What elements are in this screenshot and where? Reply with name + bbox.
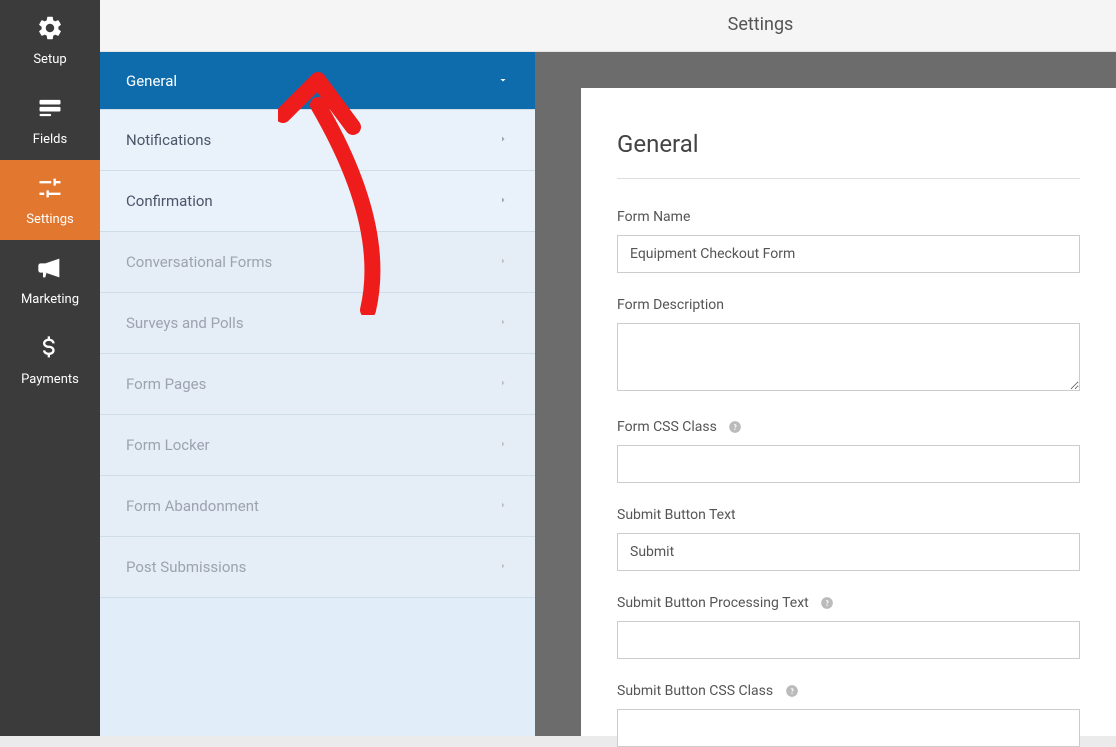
form-group-submit-css: Submit Button CSS Class bbox=[617, 683, 1080, 747]
submit-button-text-input[interactable] bbox=[617, 533, 1080, 571]
submit-button-text-label: Submit Button Text bbox=[617, 507, 1080, 523]
sidebar-item-fields[interactable]: Fields bbox=[0, 80, 100, 160]
divider bbox=[617, 178, 1080, 179]
chevron-right-icon bbox=[497, 436, 509, 454]
menu-item-label: Confirmation bbox=[126, 192, 213, 210]
form-name-input[interactable] bbox=[617, 235, 1080, 273]
top-header: Settings bbox=[100, 0, 1116, 52]
page-title: Settings bbox=[100, 14, 1116, 35]
sidebar-item-settings[interactable]: Settings bbox=[0, 160, 100, 240]
fields-icon bbox=[36, 94, 64, 126]
settings-menu-notifications[interactable]: Notifications bbox=[100, 110, 535, 171]
settings-menu-form-locker[interactable]: Form Locker bbox=[100, 415, 535, 476]
form-group-submit-text: Submit Button Text bbox=[617, 507, 1080, 571]
sidebar-item-marketing[interactable]: Marketing bbox=[0, 240, 100, 320]
help-icon[interactable] bbox=[785, 684, 799, 698]
form-name-label: Form Name bbox=[617, 209, 1080, 225]
form-group-form-description: Form Description bbox=[617, 297, 1080, 395]
settings-menu-post-submissions[interactable]: Post Submissions bbox=[100, 537, 535, 598]
chevron-down-icon bbox=[497, 72, 509, 90]
form-description-input[interactable] bbox=[617, 323, 1080, 391]
chevron-right-icon bbox=[497, 497, 509, 515]
chevron-right-icon bbox=[497, 558, 509, 576]
chevron-right-icon bbox=[497, 375, 509, 393]
form-group-css-class: Form CSS Class bbox=[617, 419, 1080, 483]
sidebar-item-label: Marketing bbox=[21, 292, 79, 307]
menu-item-label: Form Pages bbox=[126, 375, 206, 393]
menu-item-label: Form Locker bbox=[126, 436, 210, 454]
menu-item-label: Notifications bbox=[126, 131, 211, 149]
sidebar-item-label: Payments bbox=[21, 372, 79, 387]
help-icon[interactable] bbox=[820, 596, 834, 610]
sliders-icon bbox=[36, 174, 64, 206]
menu-item-label: Conversational Forms bbox=[126, 253, 272, 271]
sidebar-item-label: Fields bbox=[33, 132, 67, 147]
chevron-right-icon bbox=[497, 253, 509, 271]
gear-icon bbox=[36, 14, 64, 46]
form-group-form-name: Form Name bbox=[617, 209, 1080, 273]
settings-menu-form-abandonment[interactable]: Form Abandonment bbox=[100, 476, 535, 537]
menu-item-label: General bbox=[126, 72, 177, 90]
content-heading: General bbox=[617, 130, 1080, 158]
sidebar-item-payments[interactable]: Payments bbox=[0, 320, 100, 400]
settings-sidebar: General Notifications Confirmation Conve… bbox=[100, 52, 535, 736]
menu-item-label: Post Submissions bbox=[126, 558, 246, 576]
form-description-label: Form Description bbox=[617, 297, 1080, 313]
settings-menu-surveys-polls[interactable]: Surveys and Polls bbox=[100, 293, 535, 354]
submit-processing-input[interactable] bbox=[617, 621, 1080, 659]
content-panel: General Form Name Form Description Form … bbox=[581, 88, 1116, 736]
submit-css-label: Submit Button CSS Class bbox=[617, 683, 1080, 699]
settings-menu-confirmation[interactable]: Confirmation bbox=[100, 171, 535, 232]
icon-sidebar: Setup Fields Settings Marketing Payments bbox=[0, 0, 100, 736]
settings-menu-general[interactable]: General bbox=[100, 52, 535, 110]
sidebar-item-label: Setup bbox=[33, 52, 66, 67]
chevron-right-icon bbox=[497, 314, 509, 332]
submit-processing-label: Submit Button Processing Text bbox=[617, 595, 1080, 611]
form-css-class-input[interactable] bbox=[617, 445, 1080, 483]
bullhorn-icon bbox=[36, 254, 64, 286]
chevron-right-icon bbox=[497, 192, 509, 210]
dollar-icon bbox=[36, 334, 64, 366]
submit-css-input[interactable] bbox=[617, 709, 1080, 747]
chevron-right-icon bbox=[497, 131, 509, 149]
form-group-submit-processing: Submit Button Processing Text bbox=[617, 595, 1080, 659]
menu-item-label: Form Abandonment bbox=[126, 497, 259, 515]
form-css-class-label: Form CSS Class bbox=[617, 419, 1080, 435]
settings-menu-form-pages[interactable]: Form Pages bbox=[100, 354, 535, 415]
settings-menu-conversational-forms[interactable]: Conversational Forms bbox=[100, 232, 535, 293]
sidebar-item-setup[interactable]: Setup bbox=[0, 0, 100, 80]
help-icon[interactable] bbox=[728, 420, 742, 434]
menu-item-label: Surveys and Polls bbox=[126, 314, 244, 332]
sidebar-item-label: Settings bbox=[26, 212, 73, 227]
